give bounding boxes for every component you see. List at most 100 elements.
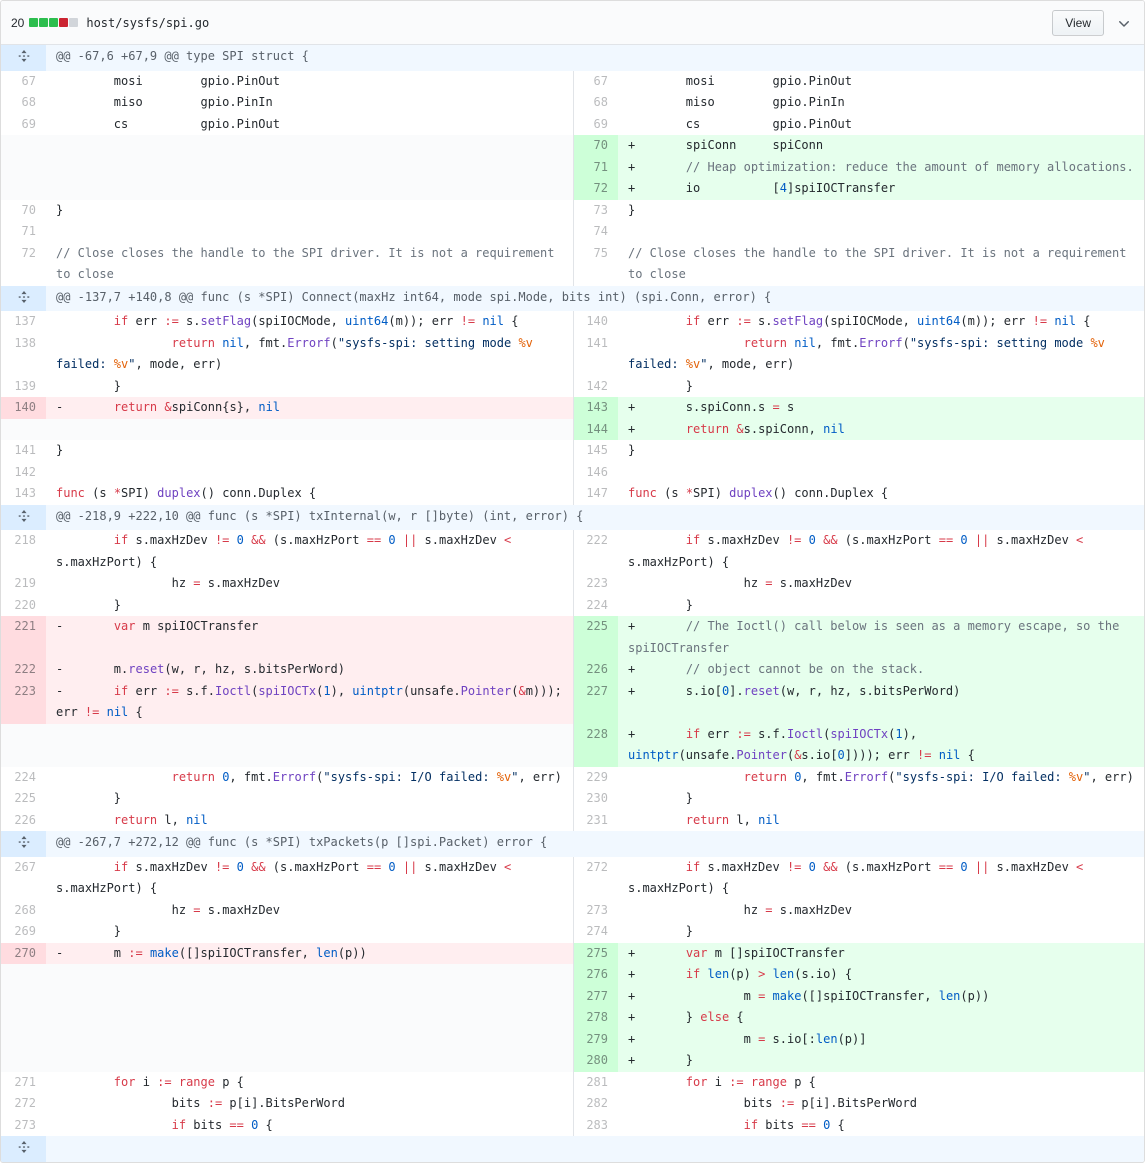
code-line: return 0, fmt.Errorf("sysfs-spi: I/O fai… [618,767,1145,789]
line-number[interactable]: 277 [573,986,618,1008]
line-number[interactable]: 230 [573,788,618,810]
line-number[interactable]: 141 [1,440,46,462]
line-number[interactable]: 225 [1,788,46,810]
line-number[interactable]: 273 [1,1115,46,1137]
line-number[interactable]: 72 [573,178,618,200]
line-number[interactable]: 142 [573,376,618,398]
diff-line-row: 221- var m spiIOCTransfer225+ // The Ioc… [1,616,1145,659]
expand-hunk-button[interactable] [1,286,46,312]
line-number[interactable]: 282 [573,1093,618,1115]
line-number[interactable]: 224 [1,767,46,789]
line-number [1,135,46,157]
line-number[interactable]: 75 [573,243,618,286]
line-number[interactable]: 147 [573,483,618,505]
line-number[interactable]: 74 [573,221,618,243]
line-number[interactable]: 224 [573,595,618,617]
line-number[interactable]: 223 [573,573,618,595]
line-number[interactable]: 272 [573,857,618,900]
line-number[interactable]: 70 [1,200,46,222]
line-number[interactable]: 274 [573,921,618,943]
code-line: + // Heap optimization: reduce the amoun… [618,157,1145,179]
line-number[interactable]: 143 [573,397,618,419]
line-number[interactable]: 223 [1,681,46,724]
code-line [46,462,573,484]
line-number[interactable]: 272 [1,1093,46,1115]
line-number[interactable]: 144 [573,419,618,441]
collapse-file-button[interactable] [1114,13,1134,33]
file-name-link[interactable]: host/sysfs/spi.go [86,16,209,30]
line-number[interactable]: 269 [1,921,46,943]
line-number[interactable]: 70 [573,135,618,157]
line-number[interactable]: 276 [573,964,618,986]
line-number[interactable]: 221 [1,616,46,659]
line-number[interactable]: 227 [573,681,618,724]
code-line: return l, nil [618,810,1145,832]
expand-hunk-button[interactable] [1,45,46,71]
line-number[interactable]: 222 [573,530,618,573]
hunk-spacer [46,1136,1145,1162]
code-line: - if err := s.f.Ioctl(spiIOCTx(1), uintp… [46,681,573,724]
code-line: } [46,921,573,943]
line-number[interactable]: 226 [1,810,46,832]
line-number[interactable]: 142 [1,462,46,484]
expand-hunk-button[interactable] [1,505,46,531]
line-number[interactable]: 220 [1,595,46,617]
line-number[interactable]: 273 [573,900,618,922]
line-number[interactable]: 280 [573,1050,618,1072]
code-line: for i := range p { [46,1072,573,1094]
view-button[interactable]: View [1052,10,1104,36]
code-line: - return &spiConn{s}, nil [46,397,573,419]
line-number[interactable]: 73 [573,200,618,222]
line-number[interactable]: 138 [1,333,46,376]
line-number[interactable]: 69 [1,114,46,136]
line-number[interactable]: 71 [573,157,618,179]
line-number[interactable]: 267 [1,857,46,900]
line-number[interactable]: 228 [573,724,618,767]
line-number[interactable]: 141 [573,333,618,376]
line-number[interactable]: 218 [1,530,46,573]
code-line: + m = s.io[:len(p)] [618,1029,1145,1051]
line-number[interactable]: 67 [1,71,46,93]
line-number[interactable]: 271 [1,1072,46,1094]
line-number[interactable]: 140 [1,397,46,419]
line-number[interactable]: 231 [573,810,618,832]
line-number[interactable]: 67 [573,71,618,93]
expand-hunk-button[interactable] [1,831,46,857]
line-number[interactable]: 225 [573,616,618,659]
line-number[interactable]: 268 [1,900,46,922]
code-line [46,724,573,767]
line-number[interactable]: 145 [573,440,618,462]
line-number [1,157,46,179]
line-number[interactable]: 143 [1,483,46,505]
diff-line-row: 68 miso gpio.PinIn68 miso gpio.PinIn [1,92,1145,114]
line-number[interactable]: 226 [573,659,618,681]
line-number[interactable]: 69 [573,114,618,136]
line-number[interactable]: 281 [573,1072,618,1094]
hunk-header: @@ -137,7 +140,8 @@ func (s *SPI) Connec… [46,286,1145,312]
line-number[interactable]: 279 [573,1029,618,1051]
line-number[interactable]: 139 [1,376,46,398]
code-line [46,1007,573,1029]
line-number [1,1029,46,1051]
line-number[interactable]: 137 [1,311,46,333]
diffstat-block-neutral [69,18,78,27]
line-number[interactable]: 146 [573,462,618,484]
line-number[interactable]: 140 [573,311,618,333]
unfold-icon [17,838,31,852]
line-number[interactable]: 222 [1,659,46,681]
line-number[interactable]: 68 [573,92,618,114]
code-line: } [46,376,573,398]
code-line: bits := p[i].BitsPerWord [46,1093,573,1115]
code-line: // Close closes the handle to the SPI dr… [46,243,573,286]
expand-hunk-button[interactable] [1,1136,46,1162]
line-number[interactable]: 270 [1,943,46,965]
line-number[interactable]: 68 [1,92,46,114]
line-number[interactable]: 71 [1,221,46,243]
line-number[interactable]: 72 [1,243,46,286]
line-number[interactable]: 219 [1,573,46,595]
diff-line-row: 225 }230 } [1,788,1145,810]
line-number[interactable]: 283 [573,1115,618,1137]
line-number[interactable]: 229 [573,767,618,789]
line-number[interactable]: 275 [573,943,618,965]
line-number[interactable]: 278 [573,1007,618,1029]
